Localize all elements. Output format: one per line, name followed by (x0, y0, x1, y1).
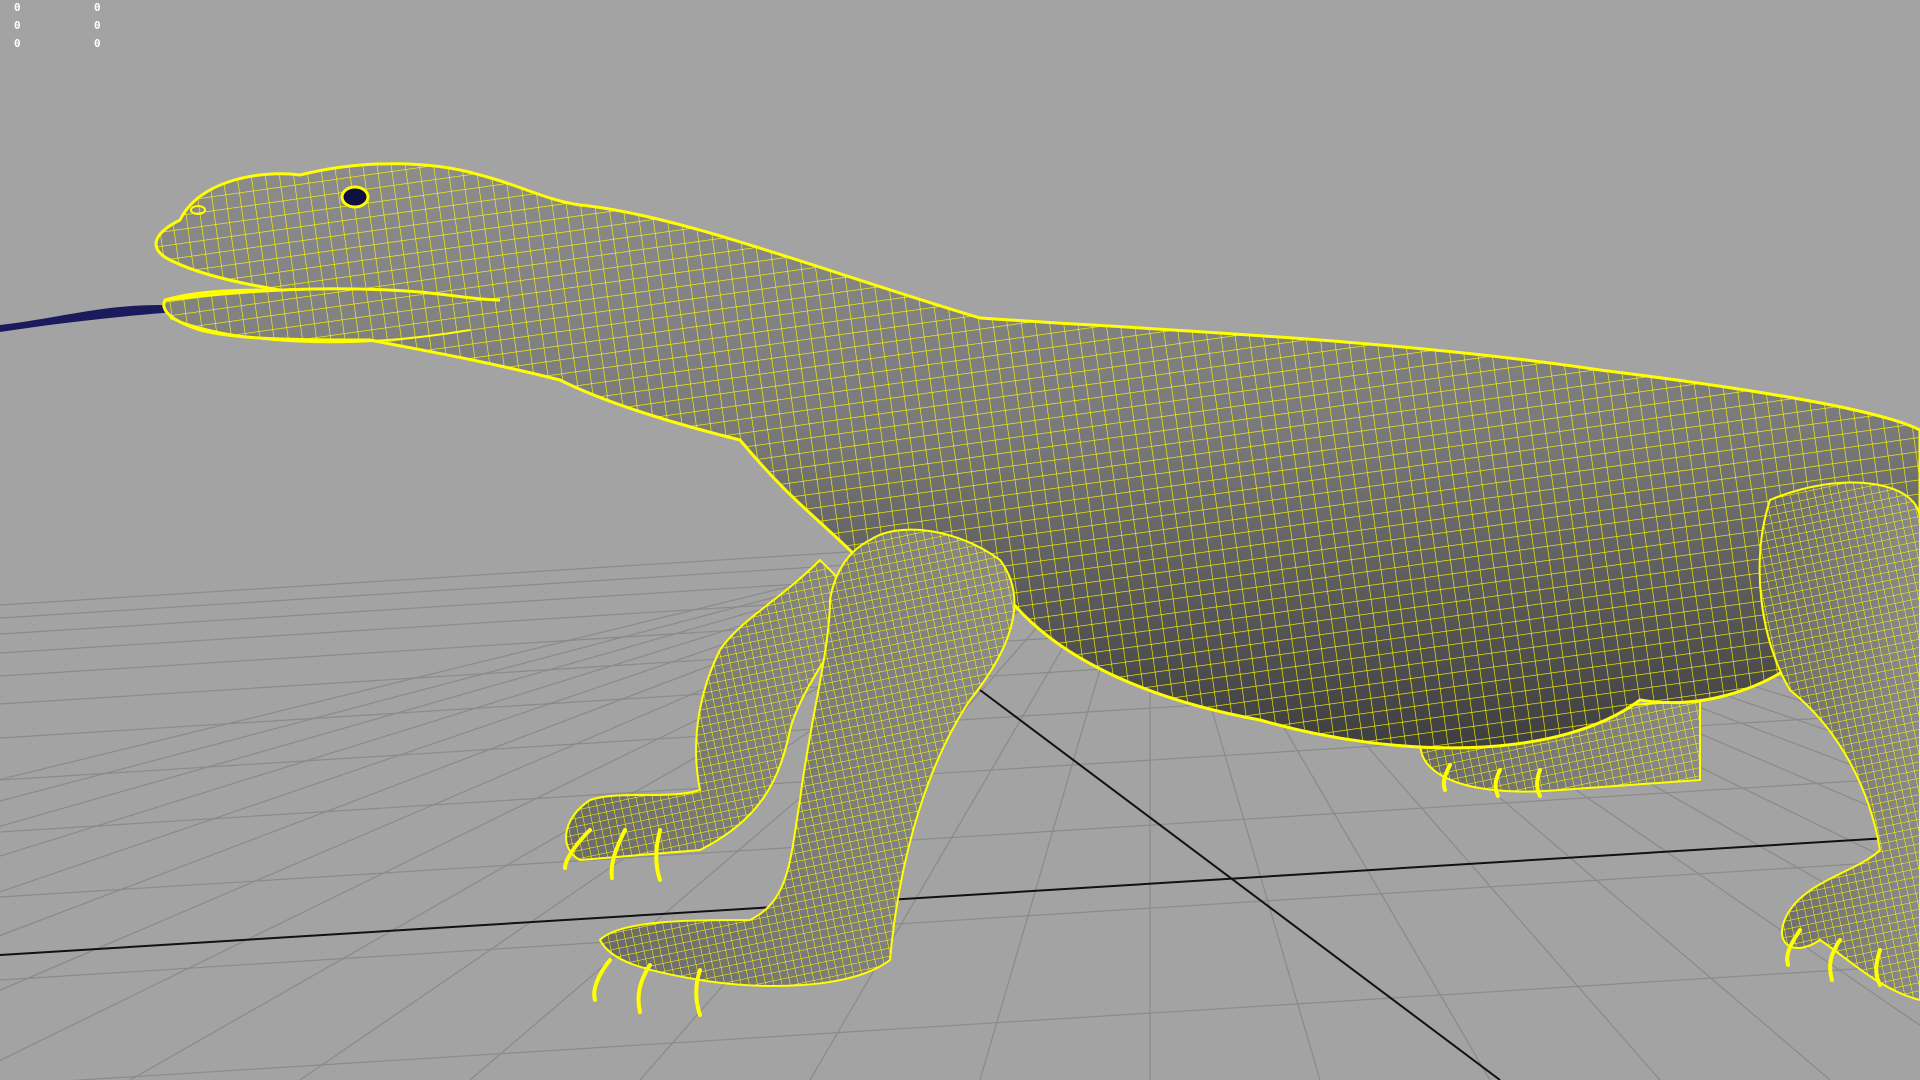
hud-value: 0 (14, 37, 21, 50)
grid-line (0, 776, 1920, 898)
hud-value: 0 (94, 19, 101, 32)
lizard-mesh[interactable] (154, 162, 1920, 1017)
3d-viewport[interactable]: 0 0 0 0 0 0 (0, 0, 1920, 1080)
hud-value: 0 (94, 37, 101, 50)
hud-value: 0 (14, 19, 21, 32)
x-axis-line (0, 835, 1920, 956)
hud-value: 0 (94, 1, 101, 14)
hud-value: 0 (14, 1, 21, 14)
lizard-eye (340, 185, 370, 209)
hud-readout: 0 0 0 0 0 0 (14, 2, 134, 50)
grid-line (70, 964, 1920, 1080)
viewport-scene[interactable] (0, 0, 1920, 1080)
